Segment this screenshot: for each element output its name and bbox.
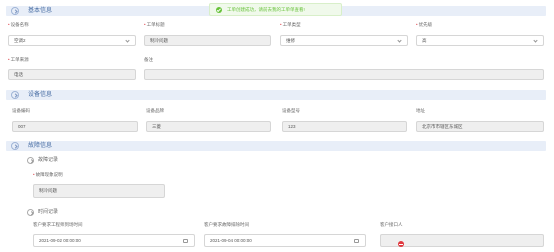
device-code-label: 设备编码 [12, 108, 30, 113]
required-time-picker[interactable]: 2021-09-02 00:00:00 [33, 234, 195, 247]
calendar-icon [354, 239, 359, 243]
collapse-icon[interactable] [27, 209, 34, 216]
failure-record-title: 故障记录 [38, 157, 59, 163]
device-name-select[interactable]: 空调2 [8, 35, 136, 46]
time-record-title: 时间记录 [38, 209, 59, 215]
priority-select[interactable]: 高 [416, 35, 544, 46]
chevron-down-icon [125, 38, 130, 43]
success-check-icon [216, 7, 222, 13]
ticket-source-input[interactable]: 电话 [8, 69, 136, 80]
contact-input[interactable] [380, 234, 544, 247]
section-header-failure: 故障信息 [6, 141, 546, 151]
required-time-label: 客户要求工程师到场时间 [33, 222, 83, 227]
section-title-failure: 故障信息 [28, 143, 53, 149]
reported-time-label: 客户要求故障排除时间 [204, 222, 249, 227]
not-allowed-cursor-icon [398, 241, 404, 247]
device-code-input[interactable]: 007 [12, 121, 138, 132]
device-brand-label: 设备品牌 [146, 108, 164, 113]
collapse-icon[interactable] [11, 91, 19, 99]
ticket-title-input[interactable]: 制冷问题 [144, 35, 271, 46]
section-title-basic: 基本信息 [28, 8, 53, 14]
failure-description-input[interactable]: 制冷问题 [33, 184, 165, 198]
remark-label: 备注 [144, 57, 153, 62]
ticket-type-label: •工单类型 [280, 22, 301, 27]
section-header-device: 设备信息 [6, 90, 546, 100]
failure-description-label: •故障现象说明 [33, 172, 63, 177]
chevron-down-icon [533, 38, 538, 43]
address-input[interactable]: 北京市市辖区东城区 [416, 121, 544, 132]
priority-label: •优先级 [416, 22, 433, 27]
contact-label: 客户接口人 [380, 222, 403, 227]
device-brand-input[interactable]: 三菱 [146, 121, 271, 132]
collapse-icon[interactable] [27, 157, 34, 164]
address-label: 地址 [416, 108, 425, 113]
collapse-icon[interactable] [11, 142, 19, 150]
device-name-label: •设备名称 [8, 22, 29, 27]
ticket-title-label: •工单标题 [144, 22, 165, 27]
ticket-type-select[interactable]: 维修 [280, 35, 408, 46]
toast-message: 工单创建成功，请前去我的工单单查看! [227, 7, 305, 12]
success-toast: 工单创建成功，请前去我的工单单查看! [209, 3, 342, 16]
section-title-device: 设备信息 [28, 92, 53, 98]
collapse-icon[interactable] [11, 7, 19, 15]
ticket-source-label: •工单来源 [8, 57, 29, 62]
remark-input[interactable] [144, 69, 544, 80]
reported-time-picker[interactable]: 2021-09-04 00:00:00 [204, 234, 366, 247]
device-model-input[interactable]: 123 [282, 121, 407, 132]
calendar-icon [183, 239, 188, 243]
chevron-down-icon [397, 38, 402, 43]
device-model-label: 设备型号 [282, 108, 300, 113]
